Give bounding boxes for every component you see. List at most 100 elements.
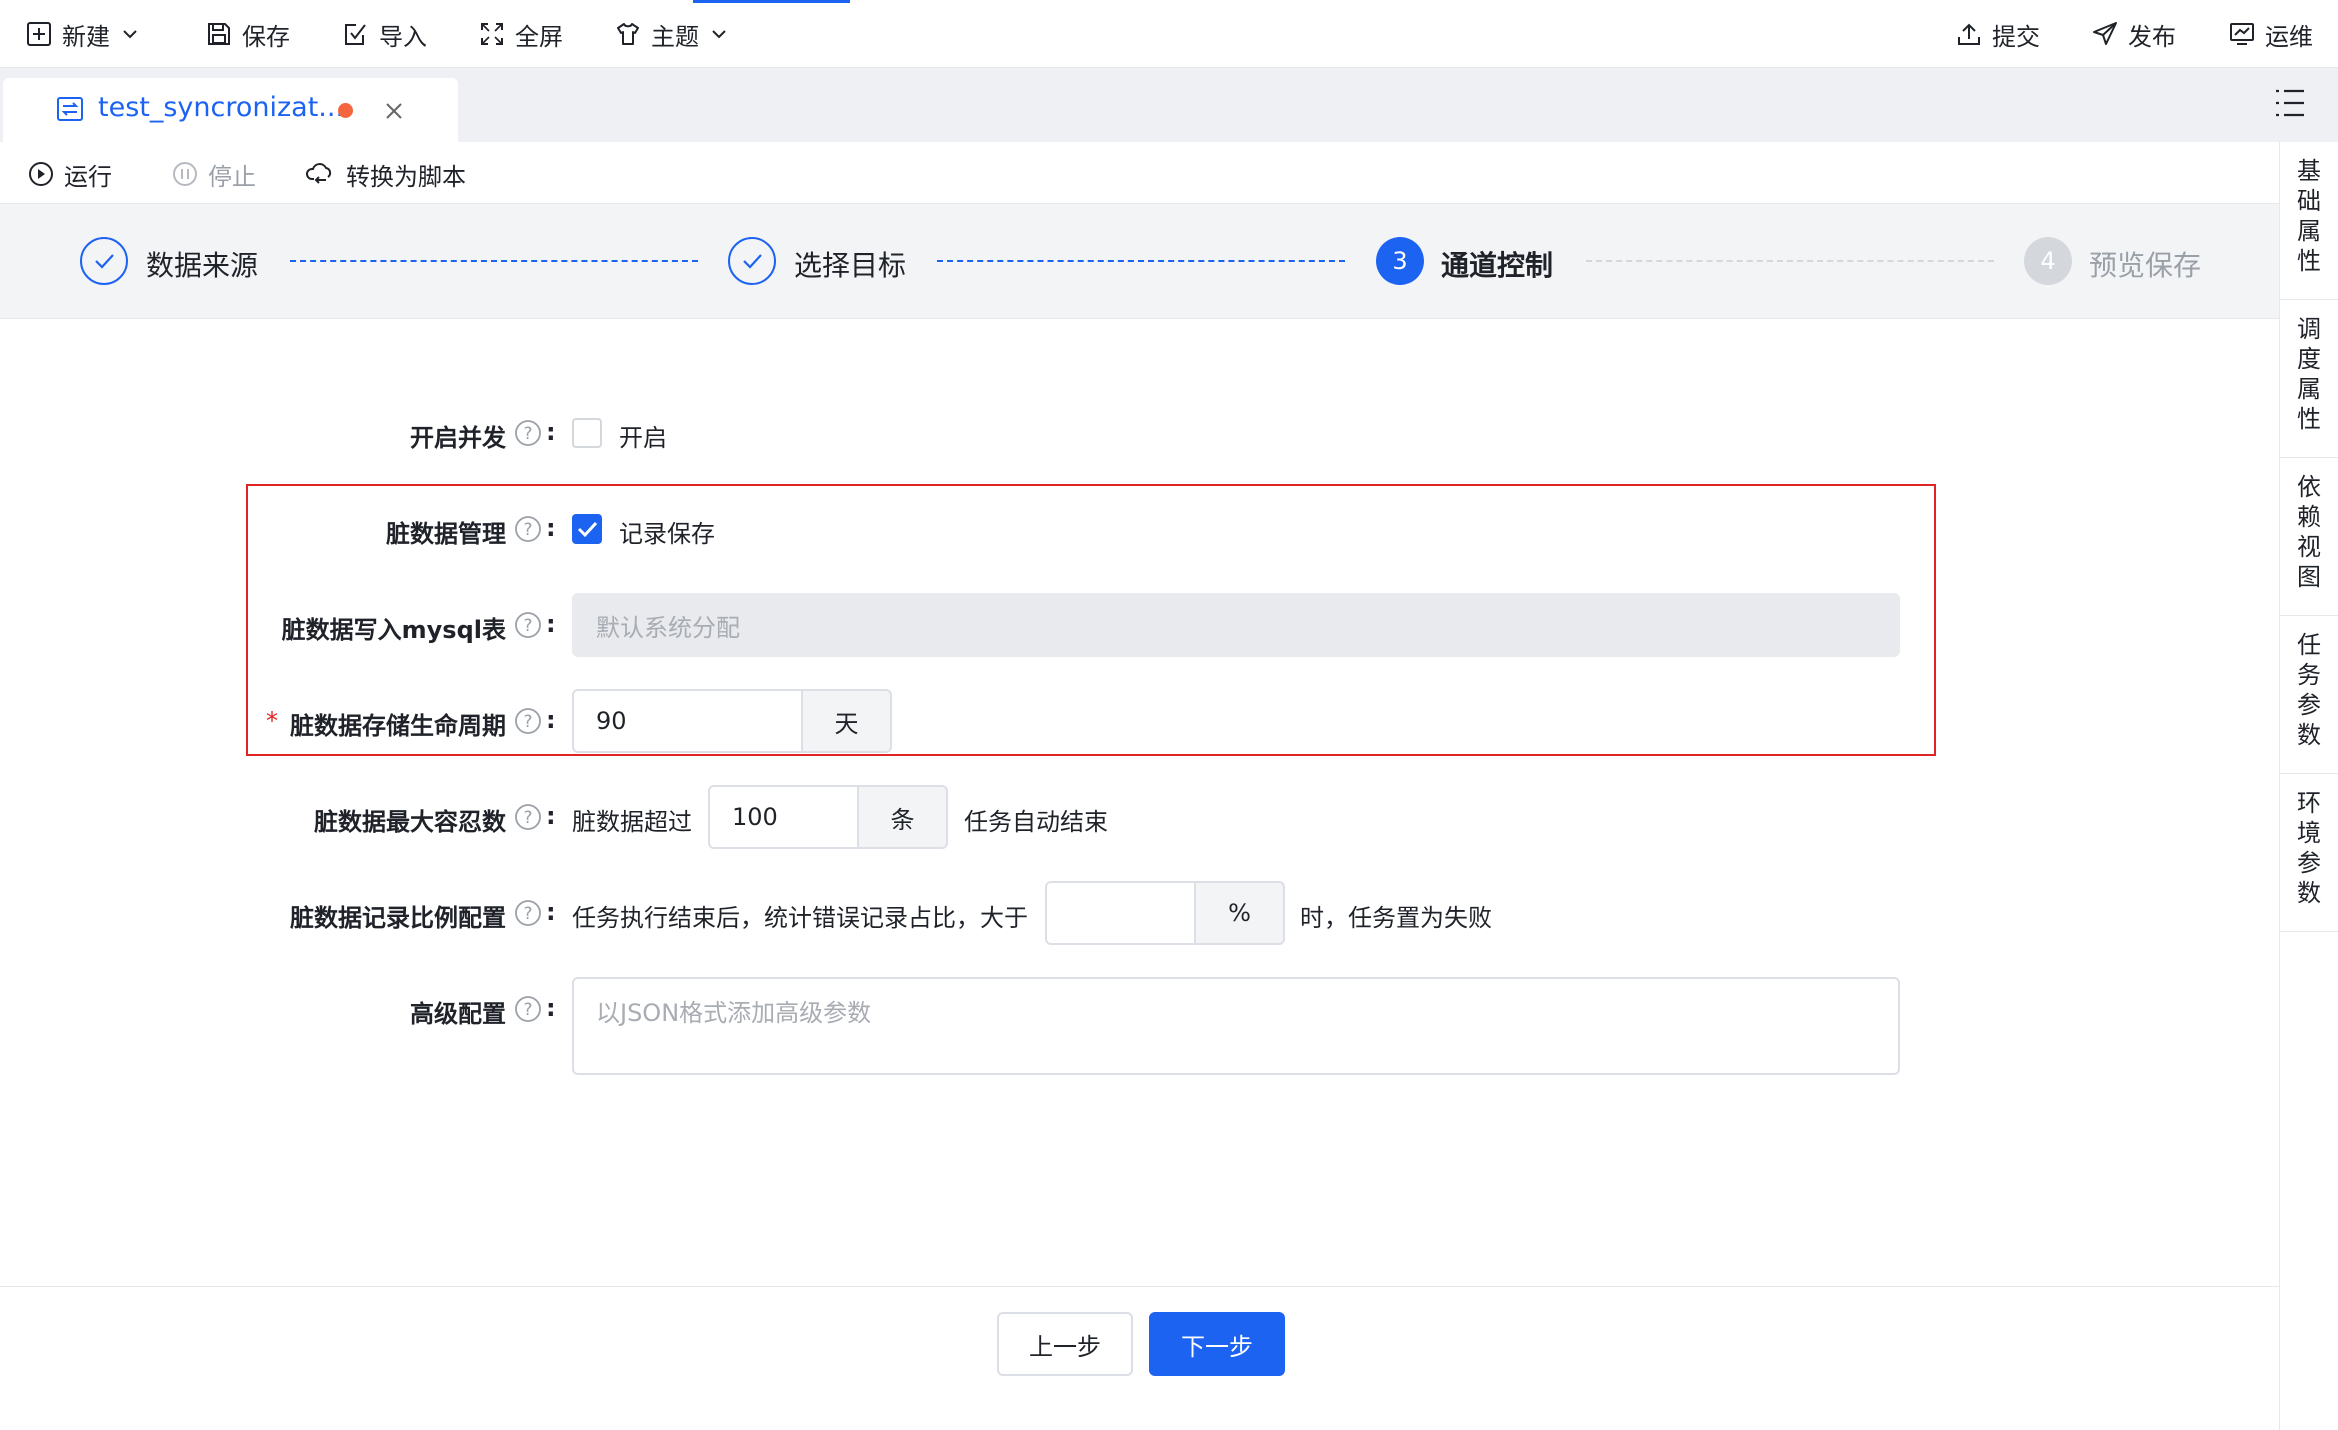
close-icon[interactable] [383, 100, 405, 122]
lifecycle-input[interactable]: 90 [572, 689, 803, 753]
new-button-label: 新建 [62, 22, 110, 51]
save-button[interactable]: 保存 [206, 16, 290, 52]
unsaved-dot [338, 103, 353, 118]
mysql-table-input[interactable]: 默认系统分配 [572, 593, 1900, 657]
lifecycle-value: 90 [596, 707, 627, 735]
convert-icon [306, 163, 332, 184]
colon: : [546, 898, 556, 926]
submit-button[interactable]: 提交 [1956, 16, 2040, 52]
help-circle-icon[interactable]: ? [514, 707, 542, 735]
form-row-advanced: 高级配置 [0, 994, 506, 1028]
import-button-label: 导入 [379, 22, 427, 51]
chevron-down-icon [123, 30, 137, 39]
help-circle-icon[interactable]: ? [514, 899, 542, 927]
rail-basic-properties[interactable]: 基础属性 [2280, 142, 2338, 300]
colon: : [546, 994, 556, 1022]
colon: : [546, 610, 556, 638]
help-circle-icon[interactable]: ? [514, 995, 542, 1023]
tab-title: test_syncronizat... [98, 92, 345, 123]
ratio-input[interactable] [1045, 881, 1196, 945]
fullscreen-button-label: 全屏 [515, 22, 563, 51]
colon: : [546, 802, 556, 830]
concurrency-checkbox[interactable] [572, 418, 602, 448]
theme-button[interactable]: 主题 [615, 16, 729, 52]
max-tolerance-input[interactable]: 100 [708, 785, 859, 849]
ratio-prefix: 任务执行结束后，统计错误记录占比，大于 [572, 904, 1028, 932]
advanced-config-textarea[interactable]: 以JSON格式添加高级参数 [572, 977, 1900, 1075]
form-row-max-tolerance: 脏数据最大容忍数 [0, 802, 506, 836]
import-button[interactable]: 导入 [343, 16, 427, 52]
stop-button-label: 停止 [208, 162, 256, 191]
rail-basic-properties-label: 基础属性 [2297, 157, 2321, 275]
upload-icon [1958, 23, 1980, 45]
colon: : [546, 514, 556, 542]
colon: : [546, 418, 556, 446]
help-circle-icon[interactable]: ? [514, 803, 542, 831]
publish-button-label: 发布 [2128, 22, 2176, 51]
convert-to-script-label: 转换为脚本 [346, 162, 466, 191]
rail-schedule-properties[interactable]: 调度属性 [2280, 300, 2338, 458]
fullscreen-button[interactable]: 全屏 [479, 16, 563, 52]
ops-button[interactable]: 运维 [2229, 16, 2313, 52]
max-tolerance-unit-label: 条 [890, 805, 915, 834]
max-tolerance-suffix: 任务自动结束 [964, 808, 1108, 836]
shirt-icon [617, 23, 639, 45]
fullscreen-icon [481, 23, 503, 45]
lifecycle-label: 脏数据存储生命周期 [290, 712, 506, 740]
send-icon [2093, 22, 2117, 45]
save-button-label: 保存 [242, 22, 290, 51]
rail-task-params-label: 任务参数 [2297, 631, 2321, 749]
convert-to-script-button[interactable]: 转换为脚本 [306, 157, 466, 191]
form-row-ratio: 脏数据记录比例配置 [0, 898, 506, 932]
ratio-unit-label: % [1228, 899, 1251, 927]
max-tolerance-prefix: 脏数据超过 [572, 808, 692, 836]
help-circle-icon[interactable]: ? [514, 515, 542, 543]
form-row-lifecycle: 脏数据存储生命周期 [0, 706, 506, 740]
next-step-button[interactable]: 下一步 [1149, 1312, 1285, 1376]
rail-dependency-view[interactable]: 依赖视图 [2280, 458, 2338, 616]
max-tolerance-label: 脏数据最大容忍数 [314, 808, 506, 836]
run-button-label: 运行 [64, 162, 112, 191]
next-step-label: 下一步 [1181, 1332, 1253, 1361]
monitor-chart-icon [2230, 23, 2254, 45]
save-icon [208, 23, 230, 45]
svg-text:?: ? [523, 712, 532, 732]
svg-text:?: ? [523, 424, 532, 444]
list-menu-icon[interactable] [2274, 88, 2306, 118]
prev-step-button[interactable]: 上一步 [997, 1312, 1133, 1376]
help-circle-icon[interactable]: ? [514, 611, 542, 639]
advanced-config-placeholder: 以JSON格式添加高级参数 [596, 999, 872, 1027]
step-connector [290, 260, 698, 262]
concurrency-label: 开启并发 [410, 424, 506, 452]
ratio-label: 脏数据记录比例配置 [290, 904, 506, 932]
new-button[interactable]: 新建 [26, 16, 140, 52]
dirty-mgmt-checkbox[interactable] [572, 514, 602, 544]
sync-task-icon [57, 97, 83, 121]
svg-text:?: ? [523, 904, 532, 924]
step-1-label: 数据来源 [146, 249, 259, 282]
colon: : [546, 706, 556, 734]
run-button[interactable]: 运行 [28, 157, 112, 191]
rail-dependency-view-label: 依赖视图 [2297, 473, 2321, 591]
svg-text:?: ? [523, 520, 532, 540]
lifecycle-unit-label: 天 [834, 709, 859, 738]
rail-task-params[interactable]: 任务参数 [2280, 616, 2338, 774]
publish-button[interactable]: 发布 [2092, 16, 2176, 52]
step-2-check-icon [728, 237, 776, 285]
step-connector [937, 260, 1345, 262]
concurrency-checkbox-label: 开启 [619, 424, 667, 452]
max-tolerance-value: 100 [732, 803, 778, 831]
step-3-label: 通道控制 [1441, 249, 1554, 282]
step-1-check-icon [80, 237, 128, 285]
help-circle-icon[interactable]: ? [514, 419, 542, 447]
rail-schedule-properties-label: 调度属性 [2297, 315, 2321, 433]
max-tolerance-unit: 条 [857, 785, 948, 849]
footer-divider [0, 1286, 2279, 1287]
dirty-mgmt-checkbox-label: 记录保存 [619, 520, 715, 548]
svg-text:?: ? [523, 1000, 532, 1020]
rail-env-params[interactable]: 环境参数 [2280, 774, 2338, 932]
stop-button[interactable]: 停止 [172, 157, 256, 191]
import-icon [345, 24, 366, 45]
step-2-label: 选择目标 [794, 249, 907, 282]
form-row-dirty-mgmt: 脏数据管理 [0, 514, 506, 548]
